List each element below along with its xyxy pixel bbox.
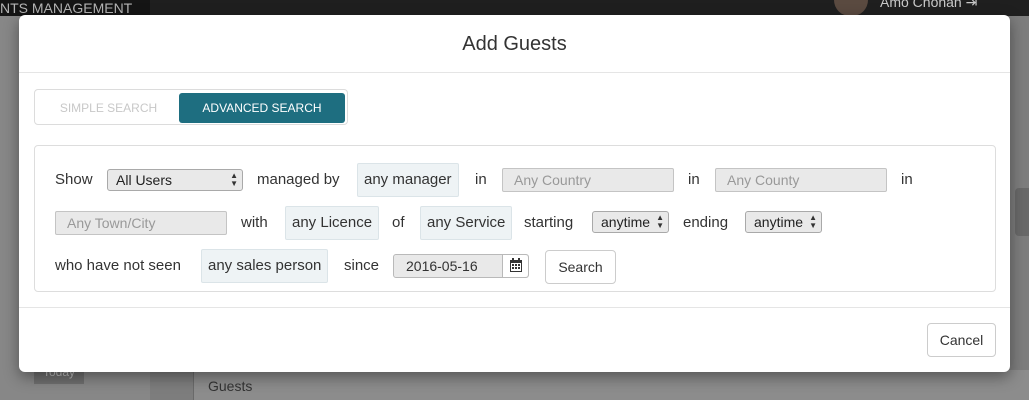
ending-select[interactable]: anytime ▲ ▼ [745,211,822,233]
county-input[interactable]: Any County [715,168,887,192]
select-arrows-icon: ▲ ▼ [656,213,664,230]
modal-footer-divider [19,307,1010,308]
ending-label: ending [683,214,729,231]
in-label-2: in [688,171,700,188]
of-label: of [392,214,405,231]
calendar-button[interactable] [502,255,528,277]
cancel-button[interactable]: Cancel [927,323,996,357]
town-city-input[interactable]: Any Town/City [55,211,227,235]
user-name: Amo Chohan ⇥ [880,0,977,16]
main-content [193,370,1029,400]
app-brand: NTS MANAGEMENT [0,0,150,16]
select-arrows-icon: ▲ ▼ [809,213,817,230]
show-label: Show [55,171,93,188]
tab-simple-search[interactable]: SIMPLE SEARCH [38,93,179,123]
since-label: since [344,257,380,274]
not-seen-label: who have not seen [55,257,181,274]
search-mode-tabs: SIMPLE SEARCH ADVANCED SEARCH [34,89,348,125]
tab-advanced-search[interactable]: ADVANCED SEARCH [179,93,345,123]
show-select[interactable]: All Users ▲ ▼ [107,169,243,191]
add-guests-modal: Add Guests SIMPLE SEARCH ADVANCED SEARCH… [19,15,1010,372]
guests-heading: Guests [208,378,253,394]
with-label: with [241,214,268,231]
since-date-value: 2016-05-16 [406,258,478,274]
starting-select-value: anytime [601,214,651,230]
modal-title: Add Guests [462,33,567,55]
managed-by-label: managed by [257,171,340,188]
calendar-icon [510,258,522,272]
in-label-1: in [475,171,487,188]
starting-label: starting [524,214,574,231]
ending-select-value: anytime [754,214,804,230]
service-picker[interactable]: any Service [420,206,513,240]
manager-picker[interactable]: any manager [357,163,459,197]
select-arrows-icon: ▲ ▼ [230,171,238,188]
licence-picker[interactable]: any Licence [285,206,380,240]
since-date-field[interactable]: 2016-05-16 [393,254,529,278]
modal-header: Add Guests [19,15,1010,73]
country-input[interactable]: Any Country [502,168,674,192]
show-select-value: All Users [116,172,173,188]
starting-select[interactable]: anytime ▲ ▼ [592,211,669,233]
top-navbar [0,0,1029,16]
sales-person-picker[interactable]: any sales person [201,249,329,283]
side-toggle [1015,188,1029,236]
in-label-3: in [901,171,913,188]
logout-icon: ⇥ [965,0,978,10]
search-button[interactable]: Search [545,250,616,284]
